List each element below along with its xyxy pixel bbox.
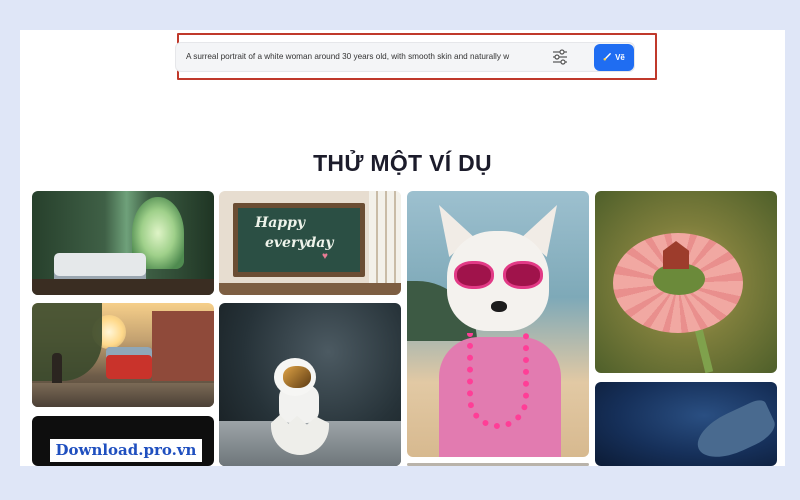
draw-button[interactable]: Vẽ bbox=[594, 44, 634, 71]
dog-nose bbox=[491, 301, 507, 312]
window bbox=[369, 191, 401, 295]
example-image-street[interactable] bbox=[32, 303, 214, 407]
sunglasses-right-lens bbox=[503, 261, 543, 289]
sunglasses-left-lens bbox=[454, 261, 494, 289]
astronaut-visor bbox=[283, 366, 311, 388]
sliders-icon-svg bbox=[553, 49, 567, 65]
example-image-chalkboard[interactable]: Happy everyday ♥ bbox=[219, 191, 401, 295]
example-image-whale[interactable] bbox=[595, 382, 777, 466]
example-image-dog[interactable] bbox=[407, 191, 589, 457]
chalkboard-text-line2: everyday bbox=[265, 235, 334, 251]
watermark: Download.pro.vn bbox=[50, 439, 202, 462]
trees bbox=[32, 303, 102, 381]
chalkboard-text-line1: Happy bbox=[255, 215, 306, 231]
example-image-astronaut[interactable] bbox=[219, 303, 401, 466]
tram bbox=[106, 347, 152, 379]
floor bbox=[32, 279, 214, 295]
road bbox=[32, 383, 214, 407]
brush-icon bbox=[603, 52, 612, 63]
section-heading: THỬ MỘT VÍ DỤ bbox=[313, 150, 492, 176]
sliders-icon[interactable] bbox=[551, 49, 569, 65]
heart-icon: ♥ bbox=[322, 251, 328, 262]
desk bbox=[219, 283, 401, 295]
brush-icon-svg bbox=[603, 53, 612, 61]
pink-necklace bbox=[467, 333, 529, 429]
prompt-bar: A surreal portrait of a white woman arou… bbox=[175, 42, 635, 72]
whale bbox=[690, 396, 777, 466]
prompt-input[interactable]: A surreal portrait of a white woman arou… bbox=[186, 43, 538, 71]
building bbox=[152, 311, 214, 381]
draw-button-label: Vẽ bbox=[615, 53, 625, 62]
main-panel: A surreal portrait of a white woman arou… bbox=[20, 30, 785, 466]
example-image-flower-house[interactable] bbox=[595, 191, 777, 373]
example-image-partial[interactable] bbox=[407, 463, 589, 466]
example-image-forest-bedroom[interactable] bbox=[32, 191, 214, 295]
